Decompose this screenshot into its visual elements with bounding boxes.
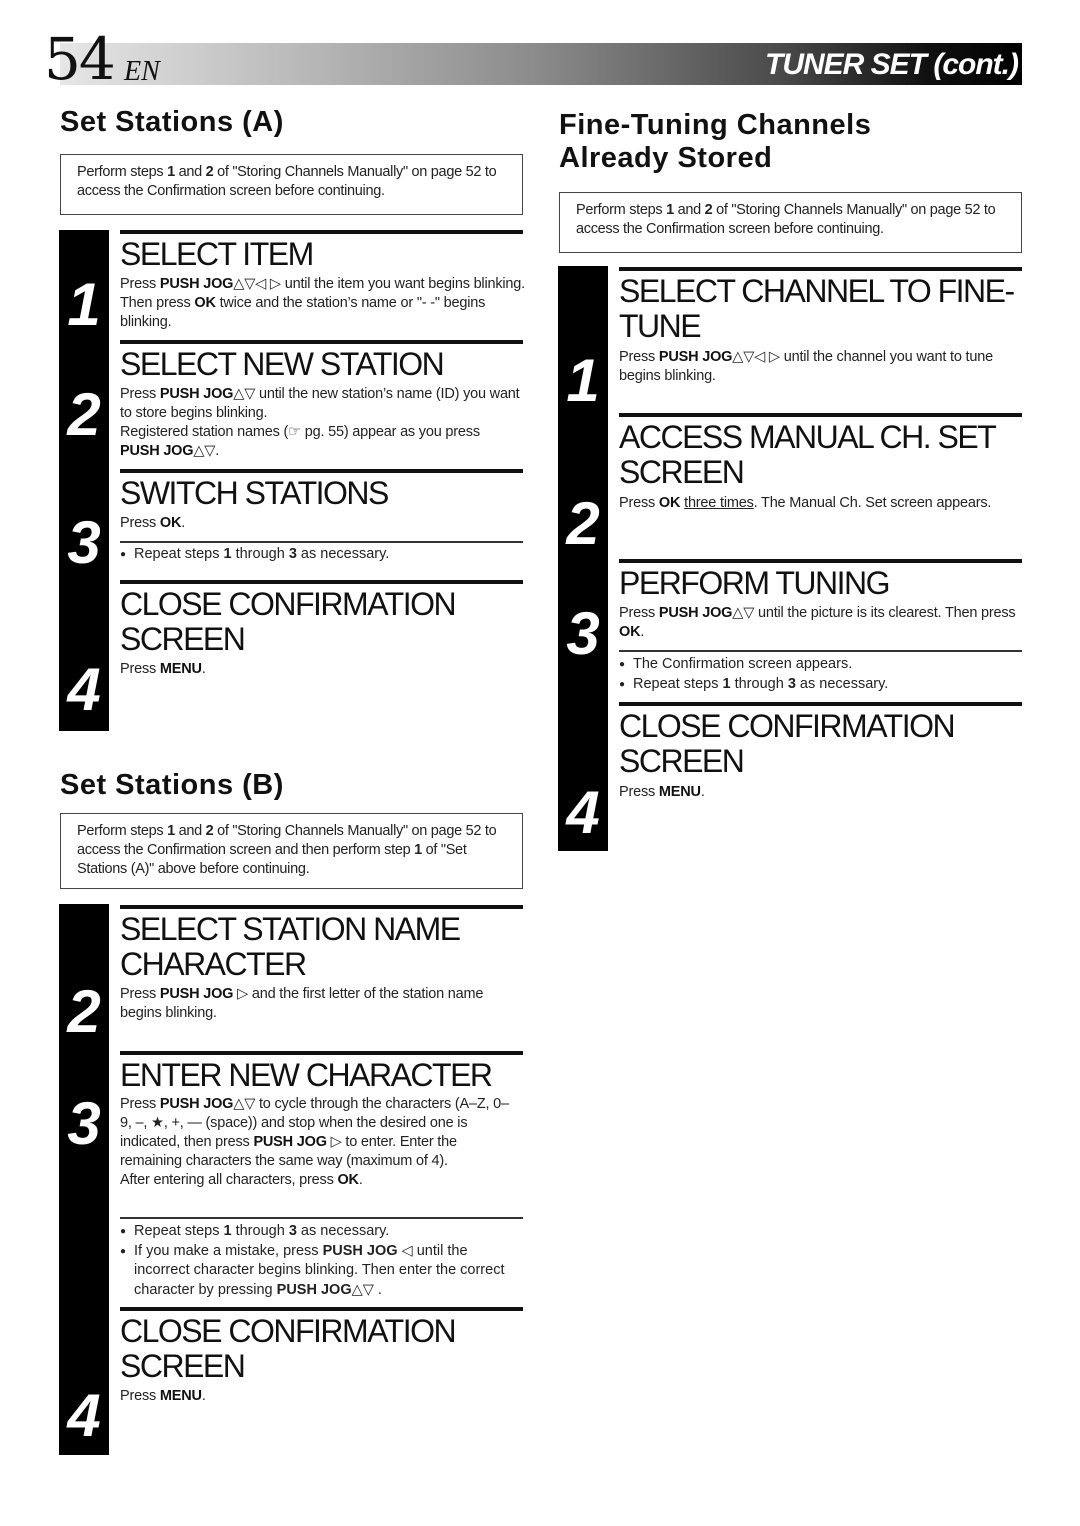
step-divider [120,580,523,584]
set-stations-b-note: Perform steps 1 and 2 of "Storing Channe… [60,813,523,889]
notes-list: Repeat steps 1 through 3 as necessary. [120,545,520,565]
step-title: SELECT ITEM [120,236,314,272]
bullet-item: If you make a mistake, press PUSH JOG ◁ … [120,1242,520,1301]
step-divider [120,340,523,344]
notes-list: Repeat steps 1 through 3 as necessary. I… [120,1222,520,1300]
step-bar-a: 1 2 3 4 [59,230,109,731]
step-instructions: Press PUSH JOG△▽ until the new station’s… [120,386,520,459]
step-instructions: Press PUSH JOG△▽◁ ▷ until the channel yo… [619,349,993,384]
step-number: 2 [67,381,101,448]
step-number: 2 [67,978,101,1045]
step-instructions: Press OK three times. The Manual Ch. Set… [619,495,992,511]
step-title: CLOSE CONFIRMATION SCREEN [120,586,457,657]
step-number: 1 [566,347,600,414]
step-instructions: Press PUSH JOG△▽◁ ▷ until the item you w… [120,276,525,330]
step-instructions: Press MENU. [619,784,705,800]
step-instructions: Press OK. [120,515,186,531]
fine-tuning-heading: Fine-Tuning Channels Already Stored [559,109,872,174]
page-language: EN [124,56,160,87]
step-number: 4 [566,779,600,846]
step-divider [619,413,1022,417]
step-bar-b: 2 3 4 [59,904,109,1455]
step-title: SELECT CHANNEL TO FINE-TUNE [619,273,1015,344]
set-stations-a-heading: Set Stations (A) [60,106,284,138]
thin-divider [120,541,523,543]
bullet-item: The Confirmation screen appears. [619,655,1019,675]
step-number: 2 [566,490,600,557]
step-title: CLOSE CONFIRMATION SCREEN [120,1313,457,1384]
step-bar-fine-tuning: 1 2 3 4 [558,266,608,851]
step-number: 3 [67,509,101,576]
notes-list: The Confirmation screen appears. Repeat … [619,655,1019,694]
step-title: PERFORM TUNING [619,565,890,601]
step-number: 3 [566,600,600,667]
step-number: 4 [67,1382,101,1449]
step-divider [120,1307,523,1311]
step-divider [120,230,523,234]
step-title: SWITCH STATIONS [120,475,389,511]
step-instructions: Press MENU. [120,661,206,677]
step-number: 4 [67,656,101,723]
step-title: SELECT STATION NAME CHARACTER [120,911,461,982]
step-divider [120,905,523,909]
step-instructions: Press PUSH JOG△▽ to cycle through the ch… [120,1096,509,1188]
step-divider [619,267,1022,271]
page-number: 54 [44,25,116,93]
step-number: 3 [67,1090,101,1157]
step-divider [619,559,1022,563]
step-instructions: Press PUSH JOG△▽ until the picture is it… [619,605,1016,640]
bullet-item: Repeat steps 1 through 3 as necessary. [619,675,1019,695]
step-title: ENTER NEW CHARACTER [120,1057,493,1093]
step-divider [120,1051,523,1055]
fine-tuning-note: Perform steps 1 and 2 of "Storing Channe… [559,192,1022,253]
set-stations-a-note: Perform steps 1 and 2 of "Storing Channe… [60,154,523,215]
step-title: CLOSE CONFIRMATION SCREEN [619,708,956,779]
step-divider [619,702,1022,706]
step-title: ACCESS MANUAL CH. SET SCREEN [619,419,996,490]
reference-hand-icon: ☞ [288,424,301,440]
step-title: SELECT NEW STATION [120,346,445,382]
bullet-item: Repeat steps 1 through 3 as necessary. [120,1222,520,1242]
section-header-title: TUNER SET (cont.) [765,48,1019,81]
bullet-item: Repeat steps 1 through 3 as necessary. [120,545,520,565]
thin-divider [619,650,1022,652]
step-instructions: Press PUSH JOG ▷ and the first letter of… [120,986,484,1021]
set-stations-b-heading: Set Stations (B) [60,769,284,801]
step-divider [120,469,523,473]
thin-divider [120,1217,523,1219]
step-number: 1 [67,271,101,338]
step-instructions: Press MENU. [120,1388,206,1404]
